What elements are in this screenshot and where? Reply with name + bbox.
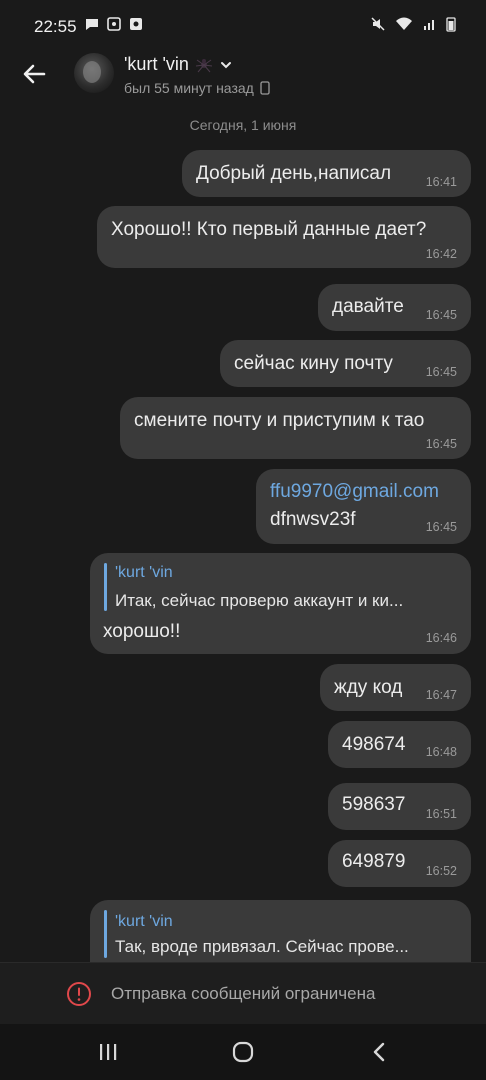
signal-icon xyxy=(424,20,434,30)
message-text: dfnwsv23f xyxy=(270,509,356,530)
system-nav-bar xyxy=(0,1024,486,1080)
message-time: 16:47 xyxy=(425,688,457,702)
contact-name: 'kurt 'vin xyxy=(124,54,189,74)
status-system-icons xyxy=(370,16,456,32)
chat-header: 'kurt 'vin был 55 минут назад xyxy=(0,52,486,104)
message-time: 16:42 xyxy=(425,247,457,261)
message-time: 16:51 xyxy=(425,807,457,821)
message-bubble[interactable]: сейчас кину почту 16:45 xyxy=(220,340,471,387)
last-seen-text: был 55 минут назад xyxy=(124,80,254,96)
message-text: Хорошо!! Кто первый данные дает? xyxy=(111,219,427,240)
message-text: давайте xyxy=(332,296,404,317)
restriction-text: Отправка сообщений ограничена xyxy=(111,984,376,1003)
battery-icon xyxy=(446,17,456,32)
contact-name-row[interactable]: 'kurt 'vin xyxy=(124,54,233,75)
chat-notification-icon xyxy=(86,19,98,30)
message-time: 16:46 xyxy=(425,631,457,645)
reply-quote-bar xyxy=(104,910,107,958)
message-text: 649879 xyxy=(342,851,406,872)
date-separator: Сегодня, 1 июня xyxy=(189,117,297,133)
message-bubble[interactable]: давайте 16:45 xyxy=(318,284,471,331)
message-text: Добрый день,написал xyxy=(196,163,392,184)
message-text: сейчас кину почту xyxy=(234,353,393,374)
message-text: жду код xyxy=(334,677,403,698)
avatar[interactable] xyxy=(74,53,114,93)
reply-preview[interactable]: Итак, сейчас проверю аккаунт и ки... xyxy=(115,591,460,611)
message-bubble[interactable]: 649879 16:52 xyxy=(328,840,471,887)
message-bubble[interactable]: 'kurt 'vin Итак, сейчас проверю аккаунт … xyxy=(90,553,471,654)
status-notification-icons xyxy=(84,16,144,32)
message-time: 16:48 xyxy=(425,745,457,759)
message-time: 16:45 xyxy=(425,520,457,534)
reply-quote-bar xyxy=(104,563,107,611)
message-bubble[interactable]: смените почту и приступим к тао 16:45 xyxy=(120,397,471,459)
message-bubble[interactable]: ffu9970@gmail.com dfnwsv23f 16:45 xyxy=(256,469,471,544)
reply-author: 'kurt 'vin xyxy=(115,913,173,930)
message-time: 16:45 xyxy=(425,308,457,322)
reply-author: 'kurt 'vin xyxy=(115,564,173,581)
message-text: смените почту и приступим к тао xyxy=(134,410,425,431)
recents-icon[interactable] xyxy=(94,1038,122,1066)
screenshot-icon xyxy=(107,17,121,31)
home-icon[interactable] xyxy=(229,1038,257,1066)
chevron-down-icon[interactable] xyxy=(219,58,233,72)
alert-icon xyxy=(67,982,91,1006)
message-text: хорошо!! xyxy=(103,621,181,642)
status-bar: 22:55 xyxy=(0,0,486,52)
message-bubble[interactable]: 598637 16:51 xyxy=(328,783,471,830)
email-link[interactable]: ffu9970@gmail.com xyxy=(270,481,439,503)
message-time: 16:41 xyxy=(425,175,457,189)
message-text: 598637 xyxy=(342,794,406,815)
message-time: 16:45 xyxy=(425,437,457,451)
reply-preview[interactable]: Так, вроде привязал. Сейчас прове... xyxy=(115,937,460,957)
back-nav-icon[interactable] xyxy=(366,1038,394,1066)
message-bubble[interactable]: Добрый день,написал 16:41 xyxy=(182,150,471,197)
app-notification-icon xyxy=(130,18,142,30)
spider-emoji-icon xyxy=(195,58,212,72)
message-time: 16:45 xyxy=(425,365,457,379)
message-text: 498674 xyxy=(342,734,406,755)
message-time: 16:52 xyxy=(425,864,457,878)
message-bubble[interactable]: 498674 16:48 xyxy=(328,721,471,768)
mute-icon xyxy=(371,17,385,31)
wifi-icon xyxy=(396,17,412,30)
messaging-restricted-bar: Отправка сообщений ограничена xyxy=(0,962,486,1025)
message-bubble[interactable]: Хорошо!! Кто первый данные дает? 16:42 xyxy=(97,206,471,268)
phone-icon xyxy=(260,81,270,95)
status-time: 22:55 xyxy=(34,17,77,36)
back-arrow-icon[interactable] xyxy=(18,58,50,90)
message-bubble[interactable]: жду код 16:47 xyxy=(320,664,471,711)
last-seen-row: был 55 минут назад xyxy=(124,80,270,96)
